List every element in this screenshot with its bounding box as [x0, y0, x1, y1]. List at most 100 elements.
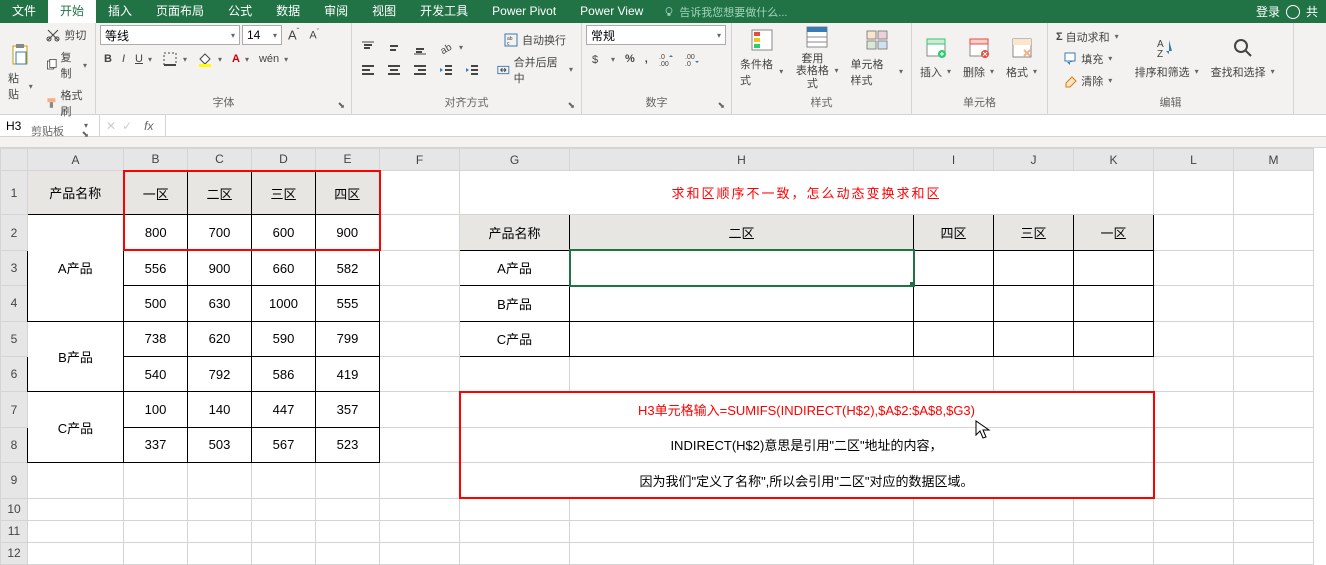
align-top-button[interactable] — [356, 38, 380, 58]
cell[interactable]: 一区 — [1074, 215, 1154, 250]
conditional-format-button[interactable]: 条件格式▾ — [736, 54, 787, 90]
row-header-11[interactable]: 11 — [1, 520, 28, 542]
cell[interactable] — [1154, 542, 1234, 564]
cell[interactable] — [252, 498, 316, 520]
cell[interactable] — [1234, 427, 1314, 462]
cell[interactable] — [1074, 321, 1154, 356]
cell[interactable]: 799 — [316, 321, 380, 356]
col-header-K[interactable]: K — [1074, 149, 1154, 171]
font-launcher[interactable]: ⬊ — [337, 100, 345, 111]
decrease-decimal-button[interactable]: .00.0 — [680, 49, 704, 69]
row-header-3[interactable]: 3 — [1, 250, 28, 285]
note-line-2[interactable]: INDIRECT(H$2)意思是引用"二区"地址的内容， — [460, 427, 1154, 462]
col-header-M[interactable]: M — [1234, 149, 1314, 171]
tab-power-pivot[interactable]: Power Pivot — [480, 0, 568, 23]
cell[interactable]: 630 — [188, 286, 252, 321]
orientation-button[interactable]: ab▾ — [434, 38, 467, 58]
login-link[interactable]: 登录 — [1256, 3, 1280, 20]
cell[interactable]: A产品 — [28, 215, 124, 321]
format-cells-button[interactable]: 格式▾ — [1002, 62, 1041, 82]
cell[interactable] — [316, 498, 380, 520]
cell[interactable]: 660 — [252, 250, 316, 285]
cell[interactable]: 700 — [188, 215, 252, 250]
cell[interactable] — [914, 498, 994, 520]
italic-button[interactable]: I — [118, 51, 129, 67]
row-header-5[interactable]: 5 — [1, 321, 28, 356]
format-as-table-button[interactable]: 套用 表格格式▾ — [791, 51, 842, 91]
tab-power-view[interactable]: Power View — [568, 0, 655, 23]
cell[interactable] — [316, 542, 380, 564]
copy-button[interactable]: 复制▾ — [41, 47, 91, 83]
cell[interactable] — [1234, 286, 1314, 321]
cell[interactable] — [570, 321, 914, 356]
cell[interactable]: 三区 — [994, 215, 1074, 250]
tab-insert[interactable]: 插入 — [96, 0, 144, 23]
cell[interactable] — [914, 250, 994, 285]
cell[interactable]: 产品名称 — [460, 215, 570, 250]
cell[interactable]: 900 — [316, 215, 380, 250]
cell[interactable] — [380, 356, 460, 391]
cell[interactable] — [380, 321, 460, 356]
cell[interactable] — [252, 520, 316, 542]
cell[interactable] — [994, 520, 1074, 542]
cell[interactable] — [380, 392, 460, 427]
cell[interactable]: 800 — [124, 215, 188, 250]
cell[interactable] — [316, 463, 380, 498]
decrease-indent-button[interactable] — [434, 60, 458, 80]
note-line-3[interactable]: 因为我们"定义了名称",所以会引用"二区"对应的数据区域。 — [460, 463, 1154, 498]
increase-indent-button[interactable] — [460, 60, 484, 80]
cell[interactable] — [1074, 356, 1154, 391]
row-header-12[interactable]: 12 — [1, 542, 28, 564]
cell[interactable]: 900 — [188, 250, 252, 285]
cell[interactable]: A产品 — [460, 250, 570, 285]
cell[interactable]: 500 — [124, 286, 188, 321]
cell[interactable]: 三区 — [252, 171, 316, 215]
cell[interactable]: 590 — [252, 321, 316, 356]
cell[interactable] — [316, 520, 380, 542]
note-line-1[interactable]: H3单元格输入=SUMIFS(INDIRECT(H$2),$A$2:$A$8,$… — [460, 392, 1154, 427]
cell[interactable]: 447 — [252, 392, 316, 427]
shrink-font-button[interactable]: Aˇ — [305, 27, 323, 44]
cell[interactable]: B产品 — [460, 286, 570, 321]
col-header-B[interactable]: B — [124, 149, 188, 171]
cell[interactable] — [460, 520, 570, 542]
tab-developer[interactable]: 开发工具 — [408, 0, 480, 23]
avatar-icon[interactable] — [1286, 5, 1300, 19]
font-color-button[interactable]: A▾ — [228, 51, 253, 67]
align-right-button[interactable] — [408, 60, 432, 80]
cell[interactable] — [1234, 356, 1314, 391]
cell[interactable] — [1234, 520, 1314, 542]
cell[interactable] — [1154, 498, 1234, 520]
cell[interactable]: 1000 — [252, 286, 316, 321]
cell[interactable] — [28, 520, 124, 542]
font-size-select[interactable]: 14▾ — [242, 25, 282, 45]
cell[interactable] — [380, 250, 460, 285]
cell[interactable] — [1074, 250, 1154, 285]
row-header-7[interactable]: 7 — [1, 392, 28, 427]
fill-button[interactable]: 填充▾ — [1052, 49, 1123, 69]
cell[interactable]: 586 — [252, 356, 316, 391]
cell[interactable]: 二区 — [570, 215, 914, 250]
cell[interactable] — [28, 542, 124, 564]
underline-button[interactable]: U▾ — [131, 51, 156, 67]
sort-filter-button[interactable]: 排序和筛选▾ — [1131, 62, 1203, 82]
cell[interactable] — [1074, 286, 1154, 321]
accounting-format-button[interactable]: $▾ — [586, 49, 619, 69]
cell[interactable]: 555 — [316, 286, 380, 321]
cell[interactable] — [1234, 498, 1314, 520]
tab-file[interactable]: 文件 — [0, 0, 48, 23]
cell[interactable] — [1154, 427, 1234, 462]
cell[interactable] — [570, 356, 914, 391]
cell[interactable] — [1154, 321, 1234, 356]
col-header-D[interactable]: D — [252, 149, 316, 171]
cell[interactable] — [1154, 520, 1234, 542]
cell[interactable] — [994, 250, 1074, 285]
cell[interactable]: 419 — [316, 356, 380, 391]
tab-review[interactable]: 审阅 — [312, 0, 360, 23]
worksheet-grid[interactable]: A B C D E F G H I J K L M 1 产品名称 一区 二区 三… — [0, 148, 1326, 565]
cell[interactable] — [914, 520, 994, 542]
col-header-J[interactable]: J — [994, 149, 1074, 171]
col-header-C[interactable]: C — [188, 149, 252, 171]
cell[interactable] — [188, 463, 252, 498]
fill-color-button[interactable]: ▾ — [193, 49, 226, 69]
